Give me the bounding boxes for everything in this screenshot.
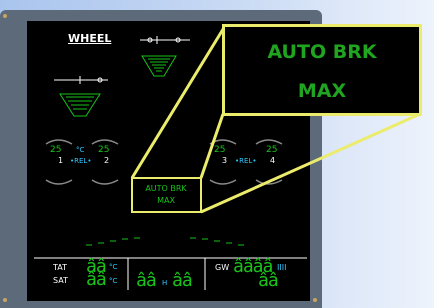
wheel-number-3: 3 xyxy=(222,156,228,165)
gw-label: GW xyxy=(215,263,230,272)
sat-unit: °C xyxy=(109,277,118,285)
autobrk-indicator: AUTO BRK MAX xyxy=(132,183,200,207)
left-gear-triangle xyxy=(59,93,101,117)
temp-unit: °C xyxy=(76,146,85,154)
tat-unit: °C xyxy=(109,263,118,271)
wheel-number-2: 2 xyxy=(104,156,110,165)
time-minutes: ââ xyxy=(172,270,193,291)
tat-label: TAT xyxy=(53,263,68,272)
time-h-label: H xyxy=(162,279,168,287)
hydraulic-dash-left xyxy=(86,237,140,246)
sat-value: ââ xyxy=(86,269,107,290)
nose-gear-symbol xyxy=(140,36,190,44)
sat-label: SAT xyxy=(53,276,68,285)
gw-value-2: ââ xyxy=(258,270,279,291)
rel-label-right: •REL• xyxy=(235,157,257,165)
brake-temp-3: 25 xyxy=(214,145,226,155)
brake-temp-1: 25 xyxy=(50,145,62,155)
rel-label-left: •REL• xyxy=(70,157,92,165)
wheel-number-4: 4 xyxy=(270,156,276,165)
autobrk-label: AUTO BRK xyxy=(145,184,187,193)
hydraulic-dash-right xyxy=(190,237,244,246)
page-title: WHEEL xyxy=(68,32,112,45)
gw-unit: IIII xyxy=(277,263,287,272)
autobrk-callout: AUTO BRK MAX xyxy=(222,24,422,116)
brake-temp-2: 25 xyxy=(98,145,110,155)
time-hours: ââ xyxy=(136,270,157,291)
autobrk-mode: MAX xyxy=(157,196,175,205)
wheel-number-1: 1 xyxy=(58,156,64,165)
callout-line-2: MAX xyxy=(297,80,347,102)
brake-temp-4: 25 xyxy=(266,145,278,155)
left-gear-symbol xyxy=(54,76,108,84)
callout-line-1: AUTO BRK xyxy=(267,41,377,63)
nose-gear-triangle xyxy=(141,55,177,77)
